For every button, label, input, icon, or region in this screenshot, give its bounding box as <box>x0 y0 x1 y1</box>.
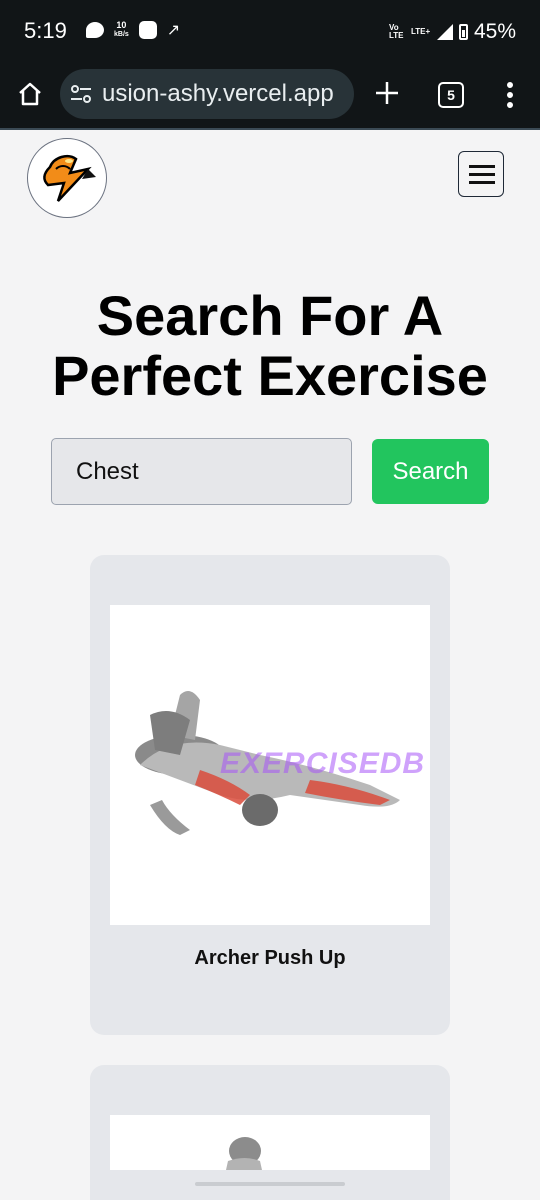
page-title: Search For A Perfect Exercise <box>0 286 540 406</box>
page-title-line: Perfect Exercise <box>52 344 488 407</box>
battery-percent: 45% <box>473 20 516 43</box>
lte-indicator: LTE+ <box>410 27 431 36</box>
hamburger-bar <box>469 165 495 168</box>
hamburger-menu-button[interactable] <box>458 151 504 197</box>
exercise-illustration <box>226 1137 262 1170</box>
exercise-image <box>110 1115 430 1170</box>
network-speed-unit: kB/s <box>114 31 129 38</box>
site-logo[interactable] <box>27 138 107 218</box>
more-options-icon[interactable] <box>506 82 514 108</box>
address-bar[interactable]: usion-ashy.vercel.app <box>60 69 354 119</box>
hamburger-bar <box>469 173 495 176</box>
exercise-card[interactable]: EXERCISEDB Archer Push Up <box>90 555 450 1035</box>
hamburger-bar <box>469 181 495 184</box>
network-speed: 10 kB/s <box>114 21 129 39</box>
home-icon[interactable] <box>16 80 44 108</box>
exercise-image: EXERCISEDB <box>110 605 430 925</box>
site-settings-icon[interactable] <box>70 84 92 104</box>
tab-switcher-button[interactable]: 5 <box>438 82 464 108</box>
exercise-name: Archer Push Up <box>194 947 346 969</box>
url-text[interactable]: usion-ashy.vercel.app <box>102 80 334 108</box>
gesture-navigation-bar[interactable] <box>195 1182 345 1186</box>
chat-notification-icon <box>86 22 104 38</box>
volte-indicator: Vo LTE <box>388 23 404 40</box>
browser-toolbar: usion-ashy.vercel.app 5 <box>0 62 540 130</box>
signal-icon <box>436 24 453 40</box>
battery-icon <box>458 24 468 40</box>
search-button[interactable]: Search <box>372 439 489 504</box>
trending-icon: ↗ <box>166 22 181 39</box>
search-input[interactable] <box>51 438 352 505</box>
status-bar: 5:19 10 kB/s ↗ Vo LTE LTE+ 45% <box>0 0 540 62</box>
exercise-watermark: EXERCISEDB <box>220 747 426 780</box>
status-notification-icons: 10 kB/s ↗ <box>86 20 180 40</box>
status-time: 5:19 <box>24 18 67 43</box>
status-system-icons: Vo LTE LTE+ 45% <box>389 20 516 44</box>
muscle-arm-logo-icon <box>43 155 96 202</box>
exercise-card[interactable] <box>90 1065 450 1200</box>
page-title-line: Search For A <box>96 284 444 347</box>
new-tab-icon[interactable] <box>374 80 400 106</box>
network-speed-value: 10 <box>116 20 127 30</box>
app-notification-icon <box>138 21 157 39</box>
